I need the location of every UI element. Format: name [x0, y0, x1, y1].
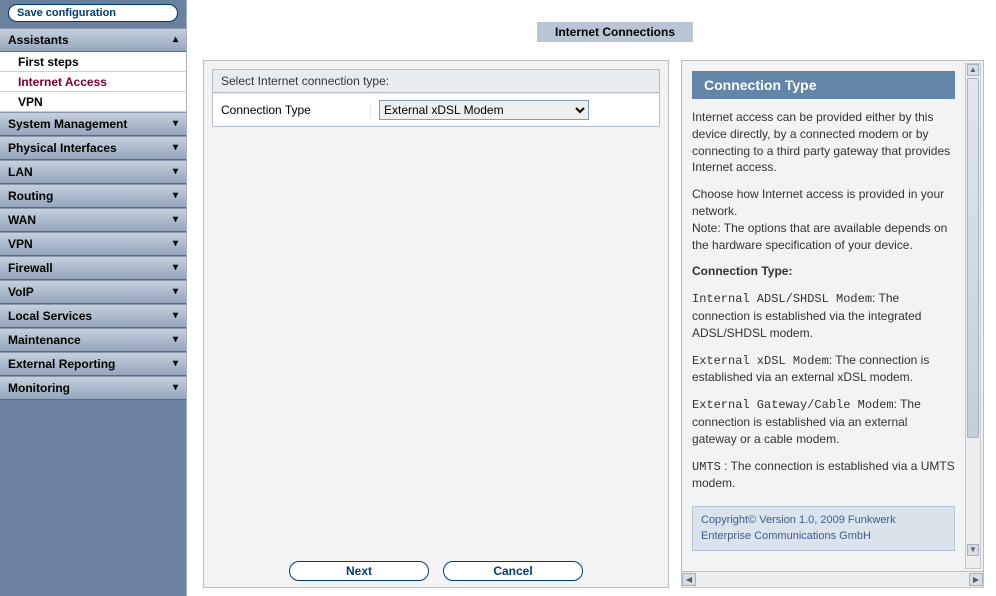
- scroll-up-icon[interactable]: ▲: [967, 64, 979, 76]
- expand-icon: ▾: [173, 328, 178, 352]
- expand-icon: ▾: [173, 352, 178, 376]
- nav-group-label: VoIP: [8, 280, 34, 304]
- nav-group-assistants[interactable]: Assistants ▴: [0, 28, 186, 52]
- scroll-thumb[interactable]: [967, 78, 979, 438]
- nav-group-local-services[interactable]: Local Services ▾: [0, 304, 186, 328]
- expand-icon: ▾: [173, 208, 178, 232]
- form-section-title: Select Internet connection type:: [213, 70, 659, 93]
- expand-icon: ▾: [173, 376, 178, 400]
- connection-type-select[interactable]: External xDSL Modem: [379, 100, 589, 120]
- vertical-scrollbar[interactable]: ▲ ▼: [965, 63, 981, 569]
- copyright-box: Copyright© Version 1.0, 2009 Funkwerk En…: [692, 506, 955, 551]
- nav-group-label: VPN: [8, 232, 33, 256]
- help-option: UMTS : The connection is established via…: [692, 458, 955, 493]
- nav-group-monitoring[interactable]: Monitoring ▾: [0, 376, 186, 400]
- connection-type-label: Connection Type: [221, 103, 371, 117]
- nav-group-label: Assistants: [8, 28, 69, 52]
- nav-group-routing[interactable]: Routing ▾: [0, 184, 186, 208]
- form-card: Select Internet connection type: Connect…: [212, 69, 660, 127]
- nav-group-maintenance[interactable]: Maintenance ▾: [0, 328, 186, 352]
- help-paragraph: Internet access can be provided either b…: [692, 109, 955, 176]
- nav-item-internet-access[interactable]: Internet Access: [0, 72, 186, 92]
- nav-group-label: Local Services: [8, 304, 92, 328]
- nav-group-lan[interactable]: LAN ▾: [0, 160, 186, 184]
- expand-icon: ▾: [173, 184, 178, 208]
- help-panel: Connection Type Internet access can be p…: [681, 60, 984, 572]
- scroll-down-icon[interactable]: ▼: [967, 544, 979, 556]
- help-body: Internet access can be provided either b…: [692, 109, 955, 551]
- help-option: Internal ADSL/SHDSL Modem: The connectio…: [692, 290, 955, 341]
- nav-group-label: LAN: [8, 160, 33, 184]
- help-wrap: Connection Type Internet access can be p…: [681, 60, 984, 588]
- nav-group-label: Maintenance: [8, 328, 81, 352]
- nav-group-label: External Reporting: [8, 352, 115, 376]
- sidebar: Save configuration Assistants ▴ First st…: [0, 0, 187, 596]
- nav-group-label: Firewall: [8, 256, 53, 280]
- expand-icon: ▾: [173, 112, 178, 136]
- nav-sub-assistants: First steps Internet Access VPN: [0, 52, 186, 112]
- nav-group-label: WAN: [8, 208, 36, 232]
- help-option: External Gateway/Cable Modem: The connec…: [692, 396, 955, 447]
- nav-item-first-steps[interactable]: First steps: [0, 52, 186, 72]
- nav-group-vpn[interactable]: VPN ▾: [0, 232, 186, 256]
- horizontal-scrollbar[interactable]: ◀ ▶: [681, 572, 984, 588]
- expand-icon: ▾: [173, 136, 178, 160]
- nav-group-wan[interactable]: WAN ▾: [0, 208, 186, 232]
- nav-group-voip[interactable]: VoIP ▾: [0, 280, 186, 304]
- page-title: Internet Connections: [537, 22, 693, 42]
- nav-group-physical-interfaces[interactable]: Physical Interfaces ▾: [0, 136, 186, 160]
- help-title: Connection Type: [692, 71, 955, 99]
- scroll-right-icon[interactable]: ▶: [969, 573, 983, 586]
- main-area: Internet Connections Select Internet con…: [187, 0, 996, 596]
- nav-group-external-reporting[interactable]: External Reporting ▾: [0, 352, 186, 376]
- help-heading: Connection Type:: [692, 264, 792, 278]
- expand-icon: ▾: [173, 160, 178, 184]
- action-row: Next Cancel: [212, 555, 660, 581]
- nav-item-vpn-assistant[interactable]: VPN: [0, 92, 186, 112]
- nav-group-label: System Management: [8, 112, 127, 136]
- collapse-icon: ▴: [173, 28, 178, 52]
- cancel-button[interactable]: Cancel: [443, 561, 583, 581]
- scroll-left-icon[interactable]: ◀: [682, 573, 696, 586]
- form-panel: Select Internet connection type: Connect…: [203, 60, 669, 588]
- nav-group-label: Physical Interfaces: [8, 136, 117, 160]
- nav-group-label: Routing: [8, 184, 53, 208]
- expand-icon: ▾: [173, 232, 178, 256]
- expand-icon: ▾: [173, 304, 178, 328]
- nav-group-system-management[interactable]: System Management ▾: [0, 112, 186, 136]
- next-button[interactable]: Next: [289, 561, 429, 581]
- expand-icon: ▾: [173, 280, 178, 304]
- help-option: External xDSL Modem: The connection is e…: [692, 352, 955, 387]
- nav-group-label: Monitoring: [8, 376, 70, 400]
- nav-group-firewall[interactable]: Firewall ▾: [0, 256, 186, 280]
- help-paragraph: Choose how Internet access is provided i…: [692, 186, 955, 253]
- expand-icon: ▾: [173, 256, 178, 280]
- save-config-button[interactable]: Save configuration: [8, 4, 178, 22]
